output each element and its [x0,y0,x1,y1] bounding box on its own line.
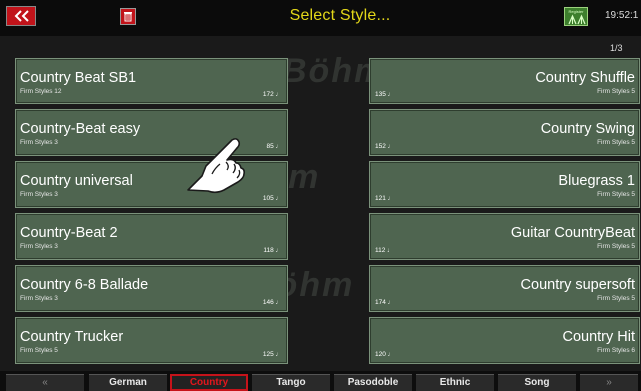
next-page-button[interactable]: » [580,374,638,391]
pointing-hand-icon [187,138,245,194]
double-chevron-left-icon [14,10,29,22]
style-tile[interactable]: Country Shuffle Firm Styles 5 135 ♩ [369,58,640,104]
style-name: Country Shuffle [535,70,635,86]
style-name: Country 6-8 Ballade [20,277,149,293]
style-category: Firm Styles 5 [597,243,635,250]
style-name: Country universal [20,173,133,189]
style-tile[interactable]: Country Hit Firm Styles 6 120 ♩ [369,317,640,364]
style-category: Firm Styles 5 [20,347,58,354]
delete-button[interactable] [120,8,136,25]
style-category: Firm Styles 5 [597,88,635,95]
style-tempo: 118 ♩ [263,247,282,254]
page-title: Select Style... [289,7,391,24]
top-bar: Select Style... Register 19:52:1 [0,0,641,36]
style-tempo: 85 ♩ [266,143,282,150]
style-name: Country-Beat easy [20,121,141,137]
tab-pasodoble[interactable]: Pasodoble [334,374,412,391]
register-button[interactable]: Register [564,7,588,26]
tab-german[interactable]: German [89,374,167,391]
register-icon [568,14,586,25]
style-name: Country-Beat 2 [20,225,118,241]
style-category: Firm Styles 3 [20,295,58,302]
tab-song[interactable]: Song [498,374,576,391]
style-tile[interactable]: Country Trucker Firm Styles 5 125 ♩ [15,317,288,364]
style-name: Country Hit [562,329,635,345]
style-tile[interactable]: Country supersoft Firm Styles 5 174 ♩ [369,265,640,312]
style-tile[interactable]: Guitar CountryBeat Firm Styles 5 112 ♩ [369,213,640,260]
tab-country[interactable]: Country [170,374,248,391]
style-category: Firm Styles 6 [597,347,635,354]
trash-icon [124,12,132,22]
previous-page-button[interactable]: « [6,374,84,391]
back-button[interactable] [6,6,36,26]
style-category: Firm Styles 3 [20,243,58,250]
clock: 19:52:1 [605,10,639,21]
tab-ethnic[interactable]: Ethnic [416,374,494,391]
style-category: Firm Styles 5 [597,295,635,302]
style-category: Firm Styles 3 [20,191,58,198]
style-name: Country supersoft [520,277,635,293]
style-tempo: 120 ♩ [375,351,395,358]
tab-tango[interactable]: Tango [252,374,330,391]
style-tile[interactable]: Country-Beat 2 Firm Styles 3 118 ♩ [15,213,288,260]
style-category: Firm Styles 5 [597,139,635,146]
page-indicator: 1/3 [610,43,623,53]
style-category: Firm Styles 5 [597,191,635,198]
style-name: Country Trucker [20,329,124,345]
style-category: Firm Styles 12 [20,88,62,95]
style-tempo: 125 ♩ [262,351,282,358]
style-tempo: 135 ♩ [375,91,395,98]
style-tempo: 174 ♩ [375,299,395,306]
style-name: Country Beat SB1 [20,70,137,86]
style-name: Guitar CountryBeat [510,225,635,241]
style-category: Firm Styles 3 [20,139,58,146]
style-tempo: 112 ♩ [375,247,394,254]
style-tempo: 152 ♩ [375,143,395,150]
category-tab-bar: « German Country Tango Pasodoble Ethnic … [0,371,641,391]
style-tempo: 105 ♩ [262,195,282,202]
style-name: Bluegrass 1 [558,173,635,189]
style-tile[interactable]: Country Swing Firm Styles 5 152 ♩ [369,109,640,156]
style-name: Country Swing [540,121,635,137]
style-tempo: 146 ♩ [262,299,282,306]
style-tile[interactable]: Country 6-8 Ballade Firm Styles 3 146 ♩ [15,265,288,312]
style-tempo: 121 ♩ [375,195,395,202]
style-tile[interactable]: Bluegrass 1 Firm Styles 5 121 ♩ [369,161,640,208]
style-tempo: 172 ♩ [262,91,282,98]
style-tile[interactable]: Country Beat SB1 Firm Styles 12 172 ♩ [15,58,288,104]
